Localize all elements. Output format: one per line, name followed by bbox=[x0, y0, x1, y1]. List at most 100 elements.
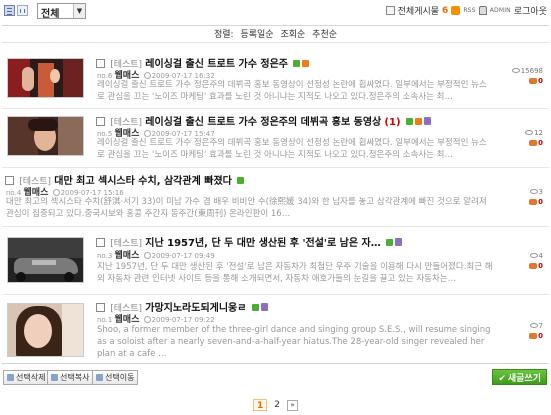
list-view-icon[interactable] bbox=[4, 5, 15, 16]
rss-label[interactable]: RSS bbox=[463, 7, 475, 14]
write-post-label: 새글쓰기 bbox=[507, 374, 541, 384]
comment-count: 0 bbox=[538, 262, 543, 270]
post-thumbnail[interactable] bbox=[7, 303, 84, 357]
copy-icon bbox=[51, 374, 58, 381]
chevron-down-icon: ▼ bbox=[73, 4, 85, 18]
post-stats: 15698 0 bbox=[511, 66, 543, 86]
post-summary[interactable]: Shoo, a former member of the three-girl … bbox=[97, 324, 493, 360]
view-count: 15698 bbox=[520, 67, 543, 75]
write-post-button[interactable]: ✔ 새글쓰기 bbox=[492, 369, 547, 385]
view-count: 7 bbox=[538, 322, 543, 330]
comment-icon bbox=[529, 199, 538, 205]
page-1-link[interactable]: 1 bbox=[253, 399, 268, 411]
divider bbox=[2, 108, 549, 109]
view-count: 12 bbox=[534, 129, 543, 137]
list-item: [테스트] 지난 1957년, 단 두 대만 생산된 후 '전설'로 남은 자…… bbox=[0, 234, 551, 288]
comment-count: 0 bbox=[538, 198, 543, 206]
post-summary[interactable]: 레이싱걸 출신 트로트 가수 정은주의 데뷔곡 홍보 동영상이 선정성 논란에 … bbox=[97, 79, 493, 103]
post-title-line: [테스트] 지난 1957년, 단 두 대만 생산된 후 '전설'로 남은 자… bbox=[96, 234, 402, 249]
sort-by-views-link[interactable]: 조회순 bbox=[280, 30, 305, 40]
post-author[interactable]: 웹매스 bbox=[115, 251, 140, 261]
admin-link[interactable]: ADMIN bbox=[490, 7, 511, 14]
check-icon: ✔ bbox=[498, 374, 506, 384]
sort-by-date-link[interactable]: 등록일순 bbox=[240, 30, 273, 40]
admin-lock-icon bbox=[478, 6, 487, 15]
post-thumbnail[interactable] bbox=[7, 237, 84, 283]
top-toolbar: 전체 ▼ 전체게시물 6 RSS ADMIN 로그아웃 bbox=[0, 0, 551, 22]
divider bbox=[2, 294, 549, 295]
move-selected-button[interactable]: 선택이동 bbox=[92, 370, 139, 385]
move-selected-label: 선택이동 bbox=[105, 373, 135, 382]
file-attachment-icon bbox=[260, 303, 268, 311]
post-checkbox[interactable] bbox=[96, 238, 105, 247]
post-comment-count[interactable]: (1) bbox=[384, 117, 400, 128]
rss-icon[interactable] bbox=[451, 6, 461, 15]
top-right-links: 전체게시물 6 RSS ADMIN 로그아웃 bbox=[385, 4, 547, 17]
clock-icon bbox=[143, 252, 151, 259]
clock-icon bbox=[52, 189, 60, 196]
gallery-view-icon[interactable] bbox=[17, 5, 28, 16]
comment-icon bbox=[529, 78, 538, 84]
delete-selected-label: 선택삭제 bbox=[16, 373, 46, 382]
list-item: [테스트] 대만 최고 섹시스타 수치, 삼각관계 빠졌다 no.4 웹매스 2… bbox=[0, 172, 551, 220]
post-checkbox[interactable] bbox=[96, 303, 105, 312]
post-summary[interactable]: 레이싱걸 출신 트로트 가수 정은주의 데뷔곡 홍보 동영상이 선정성 논란에 … bbox=[97, 137, 493, 161]
document-icon bbox=[385, 6, 395, 15]
post-meta: no.3 웹매스 2009-07-17 09:49 bbox=[97, 248, 215, 261]
divider bbox=[2, 226, 549, 227]
post-stats: 12 0 bbox=[525, 128, 543, 148]
comment-icon bbox=[529, 333, 538, 339]
comment-icon bbox=[529, 140, 538, 146]
post-checkbox[interactable] bbox=[5, 176, 14, 185]
delete-selected-button[interactable]: 선택삭제 bbox=[3, 370, 50, 385]
post-stats: 4 0 bbox=[529, 251, 543, 271]
list-item: [테스트] 레이싱걸 출신 트로트 가수 정은주 no.6 웹매스 2009-0… bbox=[0, 55, 551, 103]
post-checkbox[interactable] bbox=[96, 59, 105, 68]
view-mode-switch bbox=[4, 5, 28, 16]
post-thumbnail[interactable] bbox=[7, 116, 84, 156]
post-checkbox[interactable] bbox=[96, 117, 105, 126]
comment-count: 0 bbox=[538, 77, 543, 85]
divider bbox=[2, 25, 549, 26]
divider bbox=[2, 363, 549, 364]
next-page-icon[interactable]: » bbox=[287, 399, 298, 411]
views-icon bbox=[529, 189, 538, 194]
all-posts-link[interactable]: 전체게시물 bbox=[398, 4, 439, 17]
trash-icon bbox=[7, 374, 14, 381]
sort-by-recommend-link[interactable]: 추천순 bbox=[312, 30, 337, 40]
post-date: 2009-07-17 09:22 bbox=[151, 316, 215, 324]
file-attachment-icon bbox=[423, 117, 431, 125]
page-2-link[interactable]: 2 bbox=[271, 399, 283, 411]
category-select-value: 전체 bbox=[41, 9, 60, 20]
copy-selected-button[interactable]: 선택복사 bbox=[47, 370, 94, 385]
new-badge-icon bbox=[385, 239, 393, 246]
post-number: no.3 bbox=[97, 252, 113, 260]
list-item: [테스트] 레이싱걸 출신 트로트 가수 정은주의 데뷔곡 홍보 동영상 (1)… bbox=[0, 113, 551, 161]
copy-selected-label: 선택복사 bbox=[60, 373, 90, 382]
clock-icon bbox=[143, 316, 151, 323]
move-icon bbox=[96, 374, 103, 381]
post-number: no.1 bbox=[97, 316, 113, 324]
post-stats: 3 0 bbox=[529, 187, 543, 207]
post-summary[interactable]: 대만 최고의 섹시스타 수치(舒淇·서기 33)이 미남 가수 겸 배우 비비안… bbox=[6, 196, 493, 220]
hot-badge-icon bbox=[302, 60, 310, 67]
view-count: 3 bbox=[538, 188, 543, 196]
views-icon bbox=[529, 253, 538, 258]
pagination: 1 2 » bbox=[253, 399, 298, 411]
sort-bar: 정렬: 등록일순 조회순 추천순 bbox=[0, 27, 551, 40]
post-date: 2009-07-17 09:49 bbox=[151, 252, 215, 260]
list-item: [테스트] 가망지노라도되게니웅ㄹ no.1 웹매스 2009-07-17 09… bbox=[0, 299, 551, 361]
post-stats: 7 0 bbox=[529, 321, 543, 341]
post-thumbnail[interactable] bbox=[7, 58, 84, 98]
divider bbox=[2, 167, 549, 168]
view-count: 4 bbox=[538, 252, 543, 260]
category-select[interactable]: 전체 ▼ bbox=[37, 3, 86, 20]
new-badge-icon bbox=[237, 177, 245, 184]
comment-icon bbox=[529, 263, 538, 269]
clock-icon bbox=[143, 130, 151, 137]
logout-link[interactable]: 로그아웃 bbox=[514, 4, 547, 17]
new-badge-icon bbox=[405, 118, 413, 125]
views-icon bbox=[529, 323, 538, 328]
comment-count: 0 bbox=[538, 139, 543, 147]
post-summary[interactable]: 지난 1957년, 단 두 대만 생산된 후 '전설'로 남은 자동차가 최첨단… bbox=[97, 261, 493, 285]
